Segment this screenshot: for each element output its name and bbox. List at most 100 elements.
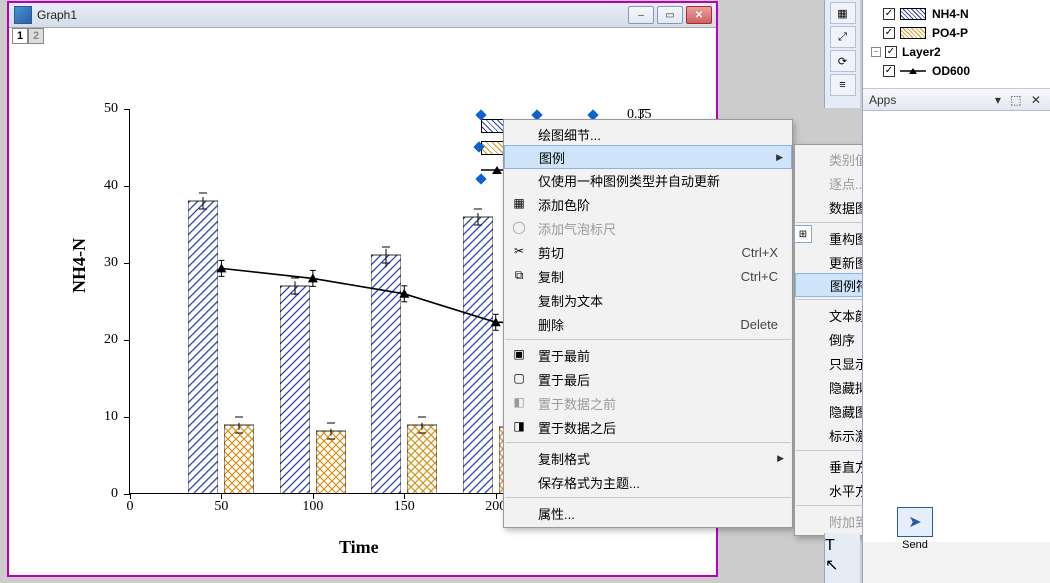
app-slot-send[interactable]: ➤ Send: [891, 507, 939, 551]
menu-label: 倒序: [829, 330, 855, 349]
tool-cursor-icon[interactable]: ↖: [825, 555, 860, 575]
tree-row[interactable]: ✓ PO4-P: [865, 23, 1048, 42]
menu-label: 复制: [538, 267, 564, 286]
maximize-button[interactable]: ▭: [657, 6, 683, 24]
series-symbol: [900, 8, 926, 20]
tool-zoom-icon[interactable]: ⤢: [830, 26, 856, 48]
front-icon: ▣: [510, 347, 528, 363]
app-slot-label: Send: [891, 539, 939, 551]
window-icon: [14, 6, 32, 24]
menu-item[interactable]: 置于最后 ▢: [504, 367, 792, 391]
menu-item[interactable]: 置于数据之后 ◨: [504, 415, 792, 439]
menu-item[interactable]: 删除 Delete: [504, 312, 792, 336]
y-axis-label[interactable]: NH4-N: [69, 238, 90, 293]
menu-label: 置于最前: [538, 346, 590, 365]
side-toolbar-bottom: T ↖: [824, 533, 860, 583]
layer-tabs: 1 2: [9, 28, 716, 46]
apps-title: Apps: [869, 93, 896, 107]
palette-icon: ▦: [510, 196, 528, 212]
window-title: Graph1: [37, 8, 628, 22]
panel-controls[interactable]: ▾ ⬚ ✕: [995, 93, 1044, 107]
menu-item: 添加气泡标尺 ◯: [504, 216, 792, 240]
copy-icon: ⧉: [510, 268, 528, 284]
apps-panel-header[interactable]: Apps ▾ ⬚ ✕: [863, 89, 1050, 111]
x-tick: 100: [302, 499, 323, 515]
cut-icon: ✂: [510, 244, 528, 260]
object-tree[interactable]: ✓NH4-N✓PO4-P−✓Layer2✓OD600: [863, 0, 1050, 89]
menu-item[interactable]: 剪切 Ctrl+X ✂: [504, 240, 792, 264]
checkbox-icon[interactable]: ✓: [885, 46, 897, 58]
series-symbol: [900, 65, 926, 77]
tree-row[interactable]: −✓Layer2: [865, 42, 1048, 61]
menu-label: 剪切: [538, 243, 564, 262]
after-icon: ◨: [510, 419, 528, 435]
back-icon: ▢: [510, 371, 528, 387]
menu-label: 复制格式: [538, 449, 590, 468]
tree-label: Layer2: [902, 45, 941, 59]
menu-item[interactable]: 属性...: [504, 501, 792, 525]
minimize-button[interactable]: –: [628, 6, 654, 24]
x-tick: 0: [127, 499, 134, 515]
x-tick: 150: [394, 499, 415, 515]
menu-item: 置于数据之前 ◧: [504, 391, 792, 415]
menu-item[interactable]: 复制为文本: [504, 288, 792, 312]
menu-item[interactable]: 图例: [504, 145, 792, 169]
checkbox-icon[interactable]: ✓: [883, 27, 895, 39]
menu-shortcut: Ctrl+X: [742, 245, 778, 260]
send-icon: ➤: [897, 507, 933, 537]
layer-tab-2[interactable]: 2: [28, 28, 44, 44]
checkbox-icon[interactable]: ✓: [883, 65, 895, 77]
menu-label: 保存格式为主题...: [538, 473, 640, 492]
menu-shortcut: Ctrl+C: [741, 269, 778, 284]
tree-label: OD600: [932, 64, 970, 78]
y-tick: 50: [104, 101, 118, 117]
tree-label: NH4-N: [932, 7, 969, 21]
tool-run-icon[interactable]: ⟳: [830, 50, 856, 72]
menu-item[interactable]: 置于最前 ▣: [504, 343, 792, 367]
menu-label: 逐点...: [829, 174, 866, 193]
before-icon: ◧: [510, 395, 528, 411]
menu-label: 置于最后: [538, 370, 590, 389]
close-button[interactable]: ✕: [686, 6, 712, 24]
y-tick: 30: [104, 255, 118, 271]
menu-label: 置于数据之后: [538, 418, 616, 437]
reconstruct-legend-icon[interactable]: ⊞: [794, 225, 812, 243]
window-titlebar[interactable]: Graph1 – ▭ ✕: [9, 3, 716, 28]
menu-label: 添加色阶: [538, 195, 590, 214]
menu-shortcut: Delete: [740, 317, 778, 332]
y-tick: 0: [111, 486, 118, 502]
y-tick: 40: [104, 178, 118, 194]
side-toolbar: ▦ ⤢ ⟳ ≡: [824, 0, 860, 108]
menu-label: 绘图细节...: [538, 125, 601, 144]
x-tick: 50: [214, 499, 228, 515]
x-axis-label[interactable]: Time: [339, 537, 379, 558]
menu-item[interactable]: 保存格式为主题...: [504, 470, 792, 494]
y-tick: 20: [104, 332, 118, 348]
checkbox-icon[interactable]: ✓: [883, 8, 895, 20]
apps-panel-body: ➤ Send: [863, 111, 1050, 542]
layer-tab-1[interactable]: 1: [12, 28, 28, 44]
menu-item[interactable]: 添加色阶 ▦: [504, 192, 792, 216]
menu-label: 图例: [539, 148, 565, 167]
menu-label: 仅使用一种图例类型并自动更新: [538, 171, 720, 190]
menu-item[interactable]: 绘图细节...: [504, 122, 792, 146]
tree-row[interactable]: ✓ OD600: [865, 61, 1048, 80]
menu-item[interactable]: 复制格式: [504, 446, 792, 470]
right-panel: ✓NH4-N✓PO4-P−✓Layer2✓OD600 Apps ▾ ⬚ ✕ ➤ …: [862, 0, 1050, 583]
tool-list-icon[interactable]: ≡: [830, 74, 856, 96]
tree-row[interactable]: ✓ NH4-N: [865, 4, 1048, 23]
bubble-icon: ◯: [510, 220, 528, 236]
tree-label: PO4-P: [932, 26, 968, 40]
y-tick: 10: [104, 409, 118, 425]
series-symbol: [900, 27, 926, 39]
menu-label: 复制为文本: [538, 291, 603, 310]
menu-label: 删除: [538, 315, 564, 334]
tool-text-icon[interactable]: T: [825, 537, 860, 555]
menu-item[interactable]: 仅使用一种图例类型并自动更新: [504, 168, 792, 192]
context-menu: 绘图细节... 图例仅使用一种图例类型并自动更新添加色阶 ▦ 添加气泡标尺 ◯ 剪切 Ctr…: [503, 119, 793, 528]
menu-label: 添加气泡标尺: [538, 219, 616, 238]
tool-graph-icon[interactable]: ▦: [830, 2, 856, 24]
menu-label: 属性...: [538, 504, 575, 523]
menu-label: 置于数据之前: [538, 394, 616, 413]
menu-item[interactable]: 复制 Ctrl+C ⧉: [504, 264, 792, 288]
